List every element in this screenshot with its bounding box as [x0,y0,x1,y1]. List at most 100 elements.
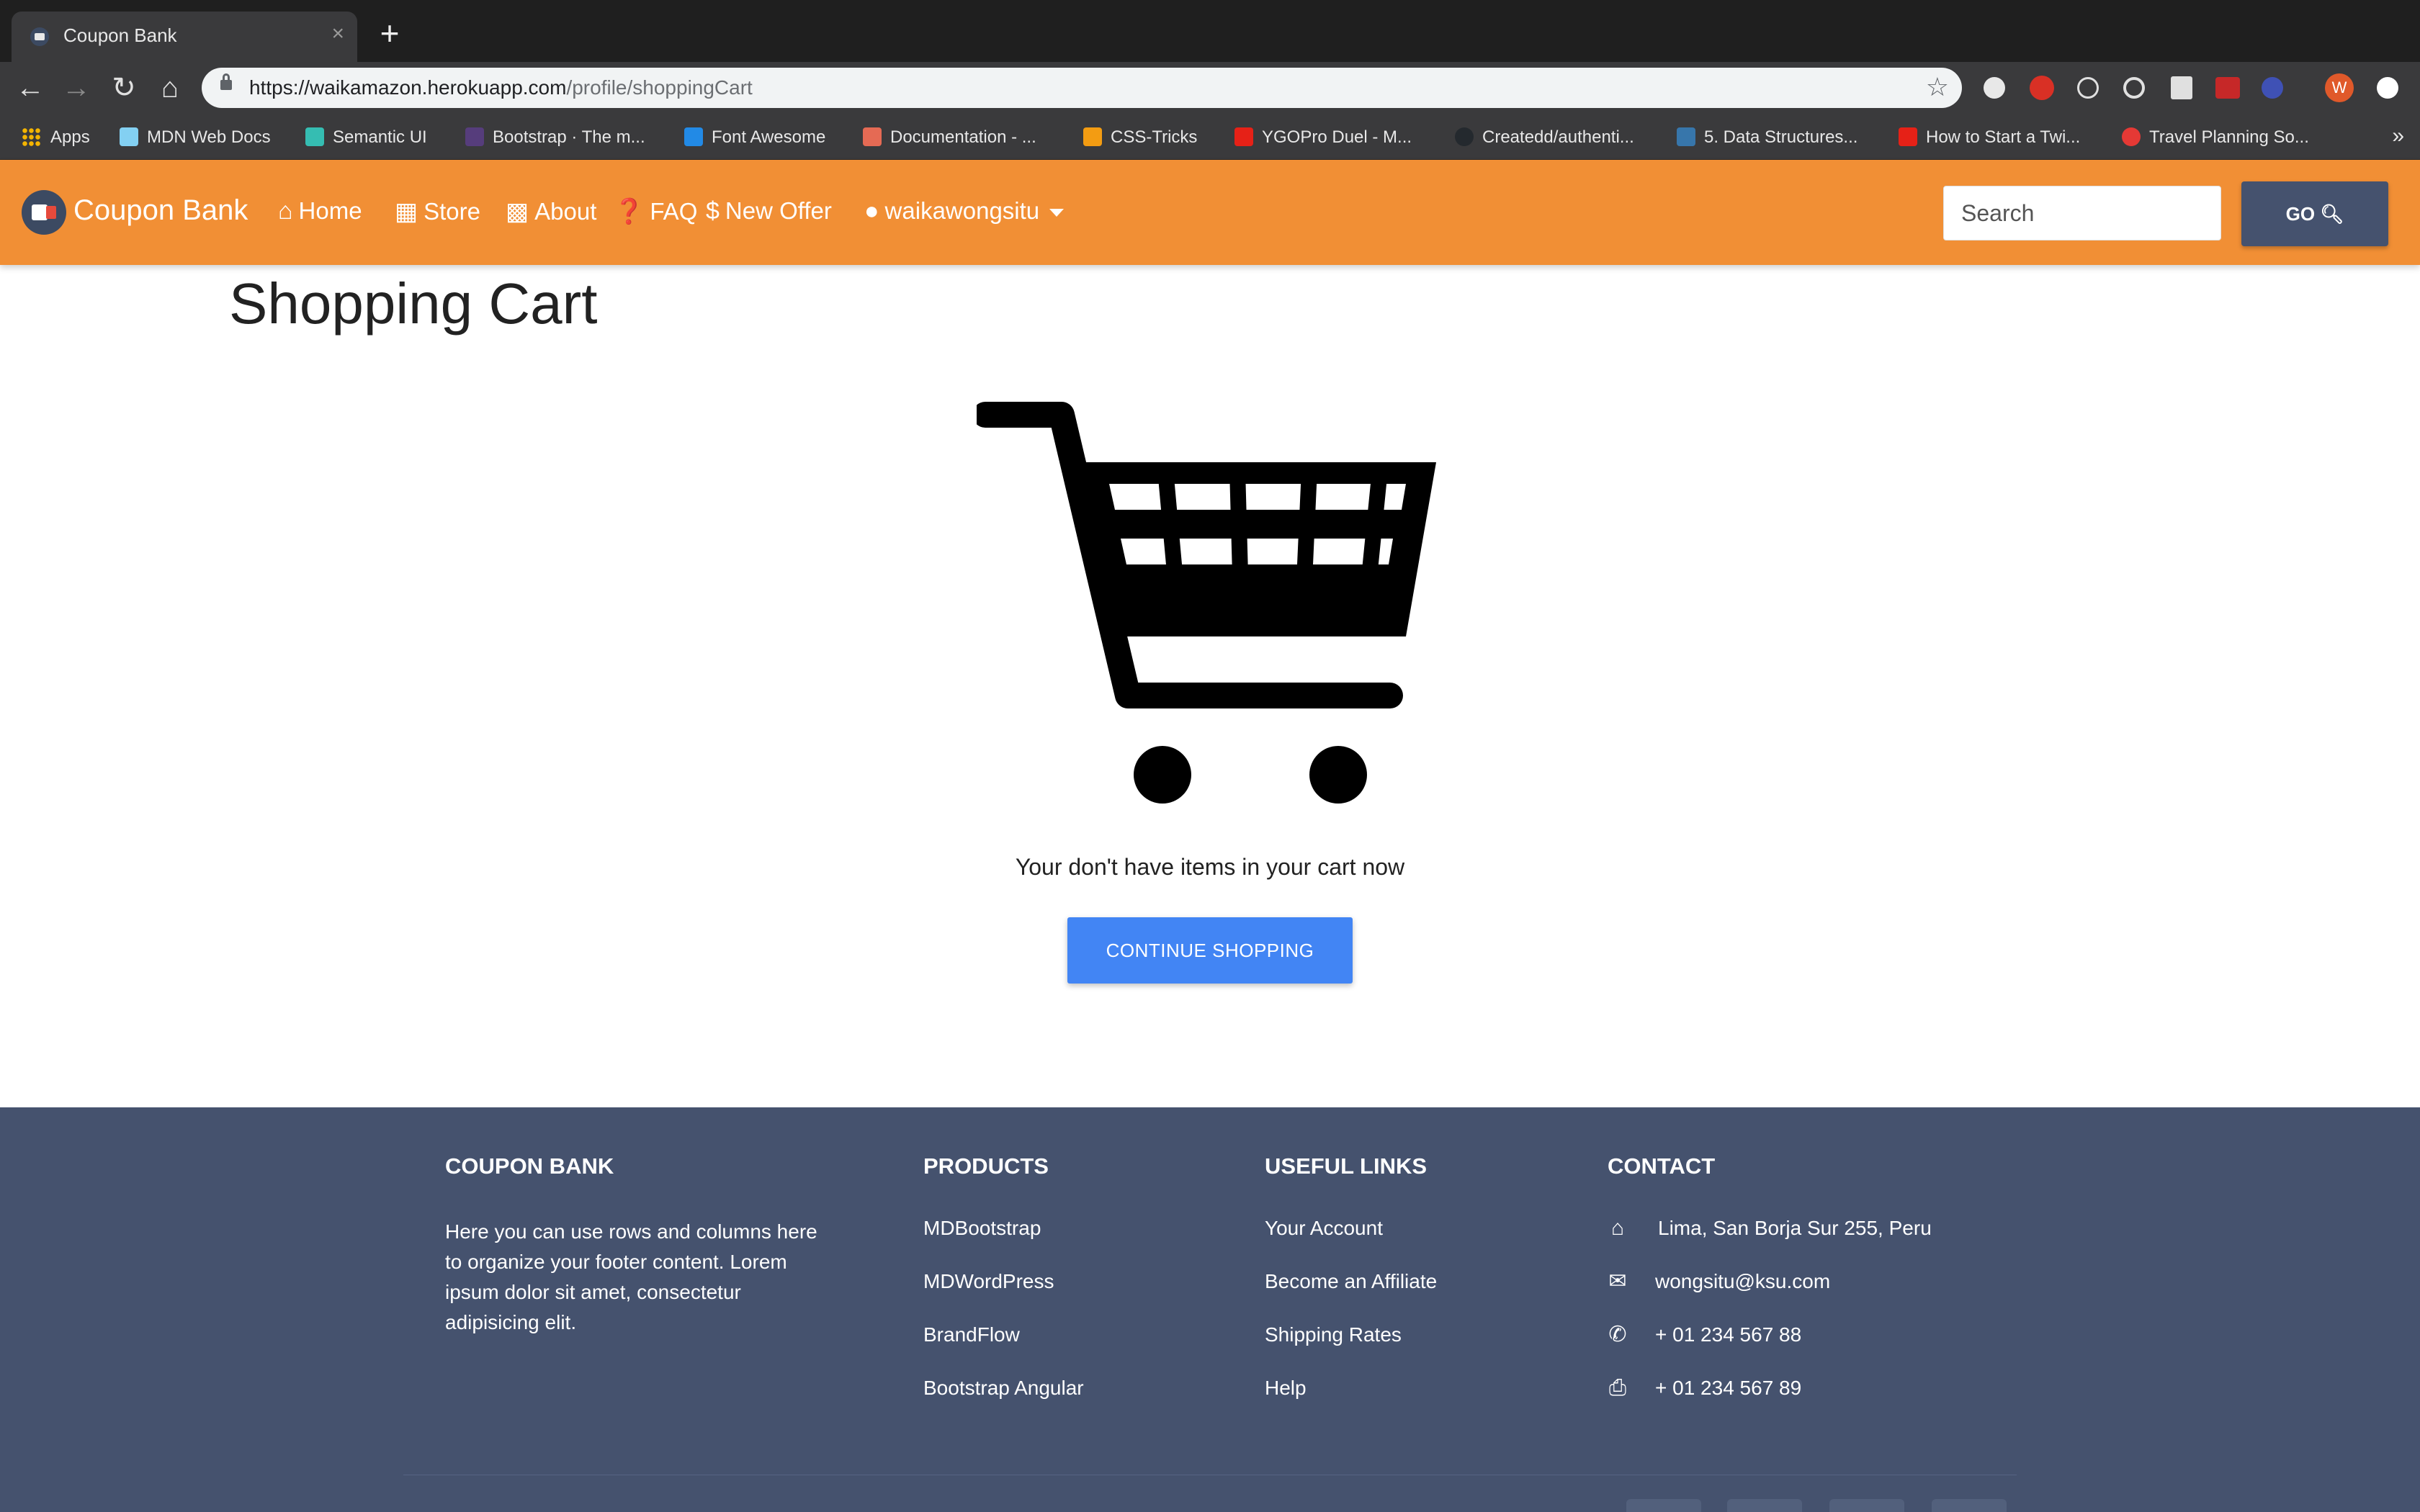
empty-cart-message: Your don't have items in your cart now [1015,854,1405,880]
bookmark-semantic-ui[interactable]: Semantic UI [305,125,427,150]
user-icon: ● [864,197,879,225]
menu-dots-icon[interactable] [2377,77,2398,99]
bookmark-createdd[interactable]: Createdd/authenti... [1455,125,1634,150]
browser-toolbar: ← → ↻ ⌂ https://waikamazon.herokuapp.com… [0,62,2420,114]
bookmarks-bar: Apps MDN Web Docs Semantic UI Bootstrap … [0,114,2420,160]
youtube-icon [1899,127,1917,146]
extension-ublock-icon[interactable] [2030,76,2054,100]
nav-home[interactable]: ⌂ Home [278,197,362,225]
search-icon: 🔍︎ [2320,203,2344,225]
python-icon [1677,127,1695,146]
footer-link-your-account[interactable]: Your Account [1265,1217,1383,1240]
reload-icon[interactable]: ↻ [108,72,140,104]
footer-link-become-affiliate[interactable]: Become an Affiliate [1265,1270,1437,1293]
print-icon: ⎙ [1609,1376,1626,1400]
footer-heading-products: PRODUCTS [923,1153,1049,1179]
bookmark-travel-planning[interactable]: Travel Planning So... [2122,125,2309,150]
extension-target-icon[interactable] [2123,77,2145,99]
building-icon: ▩ [506,198,529,225]
bookmark-data-structures[interactable]: 5. Data Structures... [1677,125,1857,150]
moon-icon [2122,127,2141,146]
footer-contact-address: Lima, San Borja Sur 255, Peru [1658,1217,1932,1239]
extension-shield-icon[interactable] [1984,77,2005,99]
bookmark-twitch[interactable]: How to Start a Twi... [1899,125,2080,150]
youtube-icon [1234,127,1253,146]
page-title: Shopping Cart [229,271,598,336]
continue-shopping-button[interactable]: CONTINUE SHOPPING [1067,917,1353,984]
back-arrow-icon[interactable]: ← [14,72,46,104]
extension-eyes-icon[interactable] [2262,77,2283,99]
search-go-button[interactable]: GO 🔍︎ [2241,181,2388,246]
mdn-icon [120,127,138,146]
home-icon: ⌂ [278,197,293,225]
tab-title: Coupon Bank [63,24,177,46]
footer-link-mdbootstrap[interactable]: MDBootstrap [923,1217,1041,1240]
new-tab-button[interactable]: + [373,17,406,50]
footer-contact-fax: + 01 234 567 89 [1655,1377,1802,1399]
bookmark-apps[interactable]: Apps [22,125,90,150]
caret-down-icon [1049,208,1065,217]
coupon-bank-logo-icon[interactable] [22,190,66,235]
extension-react-icon[interactable] [2077,77,2099,99]
bookmark-bootstrap[interactable]: Bootstrap · The m... [465,125,645,150]
nav-new-offer[interactable]: $ New Offer [706,197,832,225]
browser-window: { "browser": { "tab_title": "Coupon Bank… [0,0,2420,1512]
bookmark-star-icon[interactable]: ☆ [1926,72,1949,102]
tab-strip: Coupon Bank × + [0,0,2420,62]
hand-dollar-icon: $ [706,197,720,225]
extension-off-icon[interactable] [2171,76,2192,99]
social-button-2[interactable] [1727,1499,1802,1512]
footer-link-brandflow[interactable]: BrandFlow [923,1323,1020,1346]
social-button-3[interactable] [1829,1499,1904,1512]
question-icon: ❓ [614,198,645,225]
bootstrap-icon [465,127,484,146]
address-bar[interactable]: https://waikamazon.herokuapp.com/profile… [202,68,1962,108]
footer-heading-contact: CONTACT [1608,1153,1716,1179]
bookmark-css-tricks[interactable]: CSS-Tricks [1083,125,1197,150]
bookmark-mdn[interactable]: MDN Web Docs [120,125,271,150]
github-icon [1455,127,1474,146]
coupon-bank-favicon-icon [30,27,49,46]
store-icon: ▦ [395,198,418,225]
footer-about-text: Here you can use rows and columns here t… [445,1220,817,1333]
social-button-4[interactable] [1932,1499,2007,1512]
bookmark-font-awesome[interactable]: Font Awesome [684,125,825,150]
nav-about[interactable]: ▩ About [506,197,596,226]
extension-cors-icon[interactable] [2215,77,2240,99]
nav-user-dropdown[interactable]: ● waikawongsitu [864,197,1065,225]
footer-contact-phone: + 01 234 567 88 [1655,1323,1802,1346]
footer-link-help[interactable]: Help [1265,1377,1307,1400]
nav-faq[interactable]: ❓ FAQ [614,197,697,226]
browser-tab[interactable]: Coupon Bank × [12,12,357,62]
url-text[interactable]: https://waikamazon.herokuapp.com/profile… [249,76,753,99]
footer-contact-email: wongsitu@ksu.com [1655,1270,1831,1292]
envelope-icon: ✉ [1608,1269,1627,1293]
semantic-ui-icon [305,127,324,146]
site-navbar: Coupon Bank ⌂ Home ▦ Store ▩ About ❓ FAQ $ Ne… [0,160,2420,265]
more-bookmarks-chevron-icon[interactable]: » [2392,124,2404,148]
bookmark-documentation[interactable]: Documentation - ... [863,125,1036,150]
css-tricks-icon [1083,127,1102,146]
footer-link-mdwordpress[interactable]: MDWordPress [923,1270,1054,1293]
documentation-icon [863,127,882,146]
phone-icon: ✆ [1608,1323,1627,1346]
apps-grid-icon [22,127,40,146]
forward-arrow-icon[interactable]: → [60,72,92,104]
social-button-1[interactable] [1626,1499,1701,1512]
home-icon: ⌂ [1610,1216,1625,1240]
lock-icon [220,73,232,90]
profile-avatar[interactable]: W [2325,73,2354,102]
footer-heading-coupon-bank: COUPON BANK [445,1153,614,1179]
footer-link-bootstrap-angular[interactable]: Bootstrap Angular [923,1377,1084,1400]
nav-store[interactable]: ▦ Store [395,197,480,226]
close-tab-icon[interactable]: × [331,22,344,46]
font-awesome-flag-icon [684,127,703,146]
footer-link-shipping-rates[interactable]: Shipping Rates [1265,1323,1402,1346]
bookmark-ygopro[interactable]: YGOPro Duel - M... [1234,125,1412,150]
search-input[interactable] [1943,186,2221,240]
home-icon[interactable]: ⌂ [154,72,186,104]
shopping-cart-icon [977,402,1436,804]
footer-heading-useful-links: USEFUL LINKS [1265,1153,1428,1179]
brand-name[interactable]: Coupon Bank [73,194,248,227]
site-footer: COUPON BANK Here you can use rows and co… [0,1107,2420,1512]
